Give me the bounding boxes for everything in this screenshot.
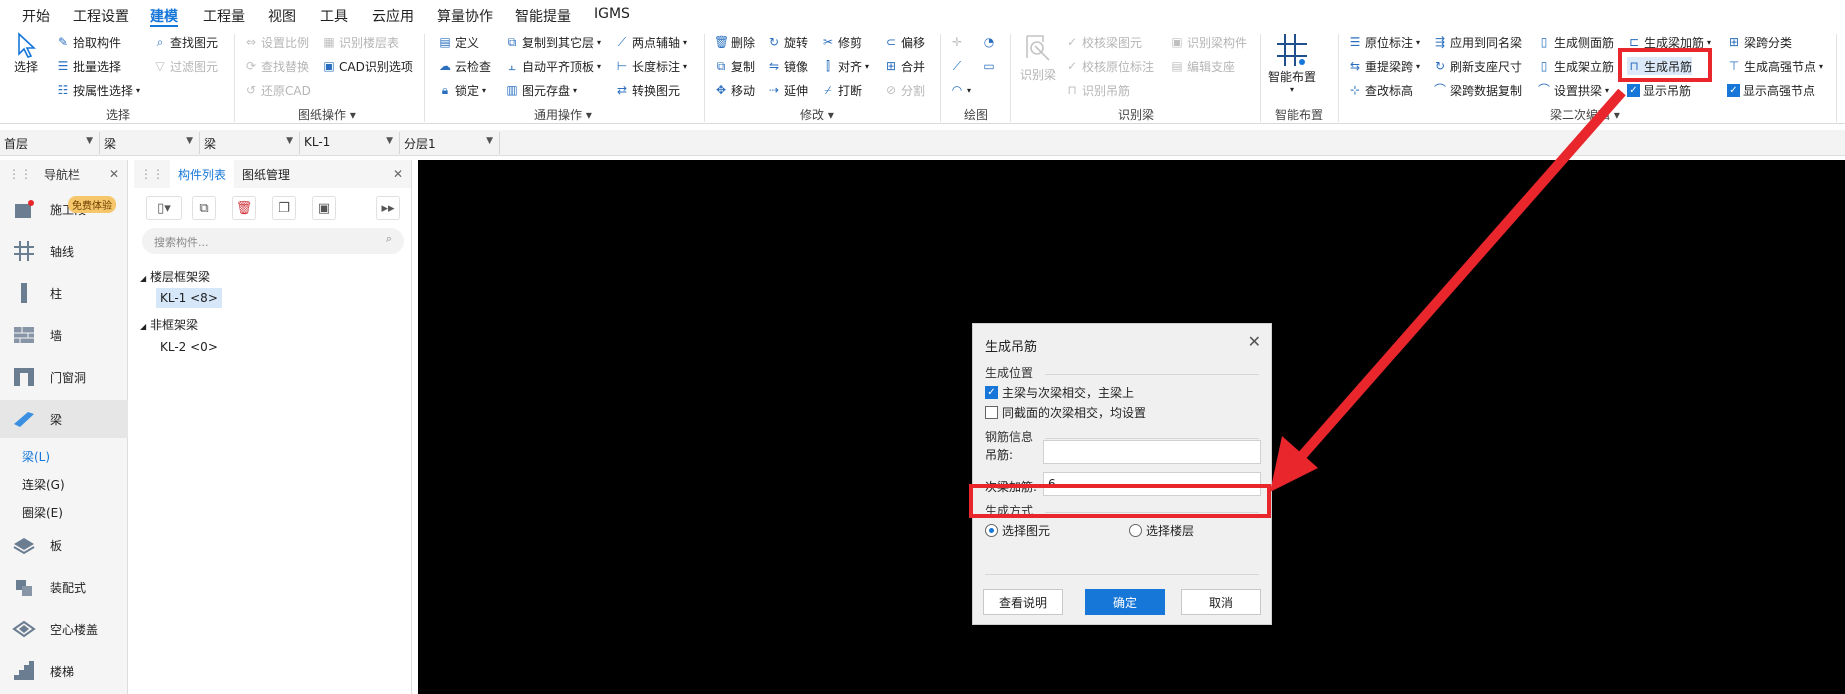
annotation-arrow [1270,88,1626,492]
